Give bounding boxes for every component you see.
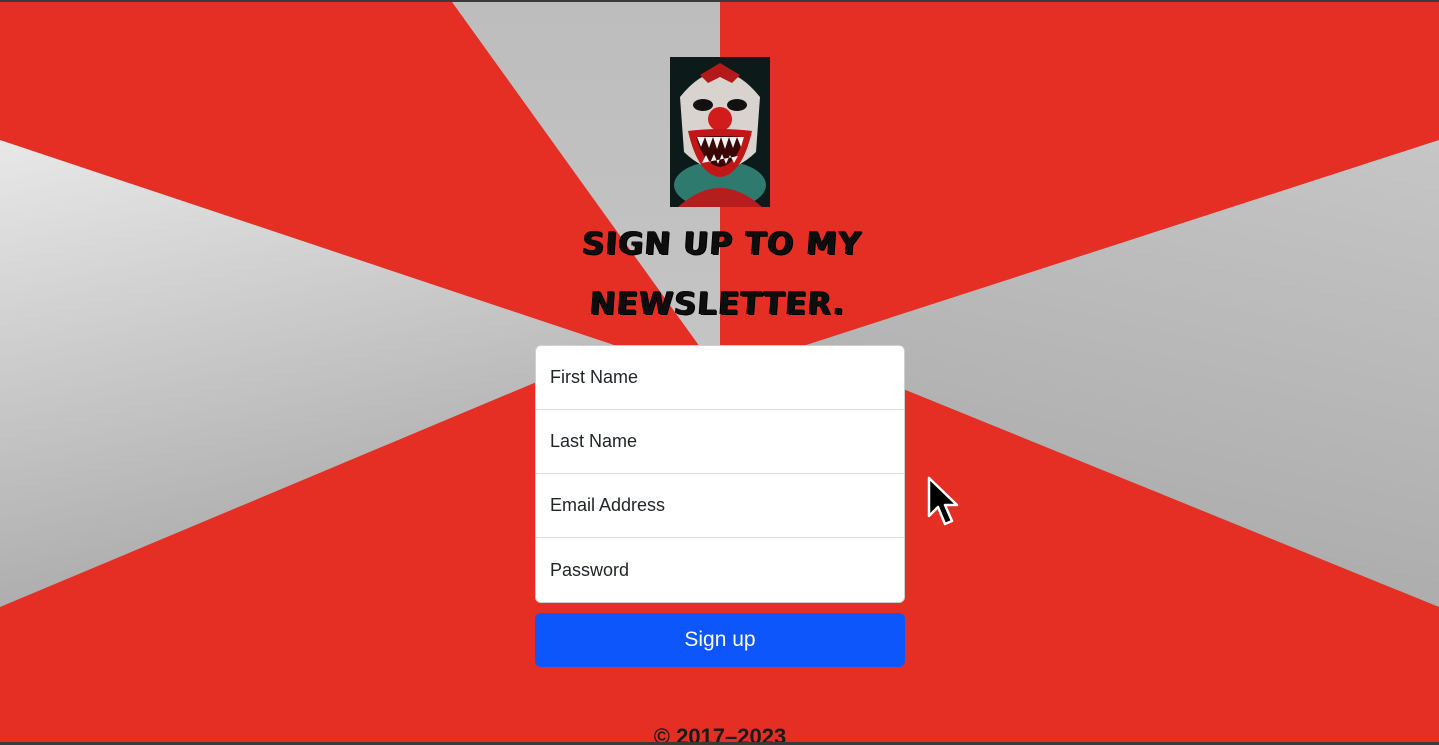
page-title: Sign up to my newsletter. bbox=[581, 226, 864, 322]
page-background: Sign up to my newsletter. Sign up © 2017… bbox=[0, 0, 1439, 745]
mouse-cursor-icon bbox=[927, 476, 959, 526]
clown-logo-image bbox=[670, 57, 770, 207]
password-input[interactable] bbox=[536, 538, 904, 602]
email-input[interactable] bbox=[536, 474, 904, 538]
signup-form: Sign up bbox=[535, 345, 905, 667]
last-name-input[interactable] bbox=[536, 410, 904, 474]
first-name-input[interactable] bbox=[536, 346, 904, 410]
ray-left bbox=[0, 140, 620, 607]
field-group bbox=[535, 345, 905, 603]
sign-up-button[interactable]: Sign up bbox=[535, 613, 905, 667]
